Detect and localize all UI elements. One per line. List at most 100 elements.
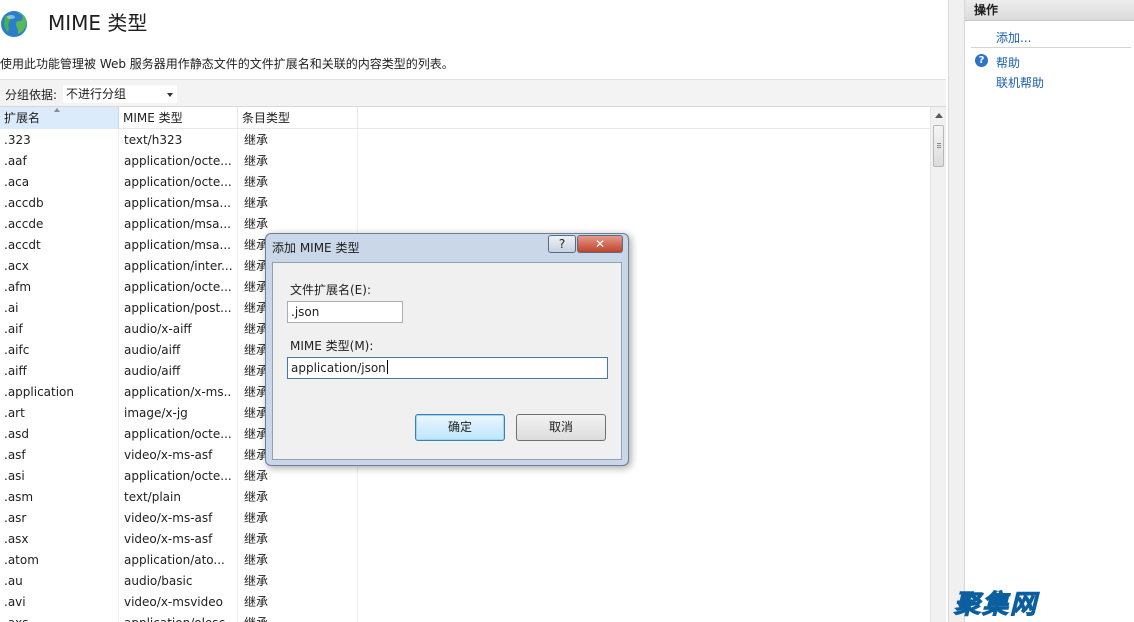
cell-extension: .aaf <box>4 154 27 168</box>
cell-mime-type: image/x-jg <box>124 406 188 420</box>
cell-mime-type: application/octe... <box>124 175 232 189</box>
extension-label: 文件扩展名(E): <box>290 283 371 297</box>
table-row[interactable]: .accdb application/msa... 继承 <box>0 193 930 214</box>
table-row[interactable]: .asm text/plain 继承 <box>0 487 930 508</box>
cell-extension: .acx <box>4 259 29 273</box>
cell-extension: .accdt <box>4 238 41 252</box>
scroll-up-arrow-icon[interactable] <box>935 113 943 118</box>
table-row[interactable]: .axsapplication/olesc... 继承 <box>0 613 930 622</box>
table-row[interactable]: .asr video/x-ms-asf 继承 <box>0 508 930 529</box>
cell-extension: .asf <box>4 448 26 462</box>
cell-mime-type: audio/aiff <box>124 343 181 357</box>
cell-mime-type: application/x-ms... <box>124 385 232 399</box>
actions-separator <box>971 47 1131 48</box>
cell-extension: .aca <box>4 175 30 189</box>
cell-extension: .asr <box>4 511 27 525</box>
cell-extension: .avi <box>4 595 26 609</box>
text-caret <box>386 360 388 374</box>
cell-extension: .aifc <box>4 343 30 357</box>
cell-entry-type: 继承 <box>244 553 269 567</box>
column-header-entry-type[interactable]: 条目类型 <box>238 107 358 129</box>
cell-entry-type: 继承 <box>244 133 269 147</box>
cell-extension: .accde <box>4 217 44 231</box>
table-row[interactable]: .accde application/msa... 继承 <box>0 214 930 235</box>
cell-mime-type: text/plain <box>124 490 181 504</box>
cell-extension: .asd <box>4 427 30 441</box>
cell-mime-type: video/x-ms-asf <box>124 448 213 462</box>
cell-entry-type: 继承 <box>244 154 269 168</box>
page-description: 使用此功能管理被 Web 服务器用作静态文件的文件扩展名和关联的内容类型的列表。 <box>0 57 454 71</box>
cell-mime-type: application/msa... <box>124 196 231 210</box>
dialog-body: 文件扩展名(E): .json MIME 类型(M): application/… <box>272 262 622 460</box>
column-header-extension[interactable]: 扩展名 <box>0 107 119 129</box>
cell-mime-type: application/olesc... <box>120 613 232 622</box>
cell-mime-type: application/octe... <box>124 469 232 483</box>
cell-extension: .aif <box>4 322 23 336</box>
table-row[interactable]: .323 text/h323 继承 <box>0 130 930 151</box>
actions-pane: 操作 添加... ? 帮助 联机帮助 <box>964 0 1134 622</box>
help-icon: ? <box>975 54 988 67</box>
cell-extension: .application <box>4 385 75 399</box>
table-row[interactable]: .aaf application/octe... 继承 <box>0 151 930 172</box>
group-by-bar: 分组依据: 不进行分组 <box>0 79 946 107</box>
table-row[interactable]: .atom application/ato... 继承 <box>0 550 930 571</box>
cell-mime-type: application/inter... <box>124 259 232 273</box>
table-row[interactable]: .avi video/x-msvideo 继承 <box>0 592 930 613</box>
column-header-mime-type[interactable]: MIME 类型 <box>119 107 238 129</box>
extension-input[interactable]: .json <box>287 301 403 323</box>
cell-entry-type: 继承 <box>244 196 269 210</box>
cell-entry-type: 继承 <box>244 511 269 525</box>
pane-splitter[interactable] <box>948 0 964 622</box>
dropdown-arrow-icon <box>167 93 173 97</box>
cell-entry-type: 继承 <box>244 532 269 546</box>
cell-extension: .axs <box>0 613 119 622</box>
cell-extension: .art <box>4 406 25 420</box>
cancel-button[interactable]: 取消 <box>516 414 606 441</box>
cell-extension: .asx <box>4 532 29 546</box>
cell-extension: .323 <box>4 133 31 147</box>
table-row[interactable]: .asi application/octe... 继承 <box>0 466 930 487</box>
cell-entry-type: 继承 <box>240 613 358 622</box>
cell-mime-type: application/octe... <box>124 154 232 168</box>
help-link[interactable]: 帮助 <box>996 54 1020 71</box>
vertical-scrollbar[interactable] <box>930 107 946 622</box>
ok-button[interactable]: 确定 <box>415 414 505 441</box>
add-mime-type-dialog: 添加 MIME 类型 ? ✕ 文件扩展名(E): .json MIME 类型(M… <box>265 233 629 466</box>
cell-mime-type: video/x-ms-asf <box>124 532 213 546</box>
cell-mime-type: video/x-ms-asf <box>124 511 213 525</box>
cell-extension: .au <box>4 574 23 588</box>
cell-entry-type: 继承 <box>244 217 269 231</box>
mime-type-label: MIME 类型(M): <box>290 339 374 353</box>
scrollbar-thumb[interactable] <box>933 125 944 167</box>
cell-entry-type: 继承 <box>244 469 269 483</box>
cell-mime-type: application/msa... <box>124 238 231 252</box>
cell-entry-type: 继承 <box>244 574 269 588</box>
dialog-title: 添加 MIME 类型 <box>272 241 360 255</box>
cell-extension: .accdb <box>4 196 44 210</box>
actions-header: 操作 <box>965 0 1134 21</box>
cell-extension: .asm <box>4 490 34 504</box>
table-row[interactable]: .asx video/x-ms-asf 继承 <box>0 529 930 550</box>
cell-mime-type: application/octe... <box>124 280 232 294</box>
mime-type-input[interactable]: application/json <box>287 357 608 379</box>
cell-mime-type: video/x-msvideo <box>124 595 223 609</box>
cell-mime-type: application/post... <box>124 301 232 315</box>
cell-extension: .ai <box>4 301 19 315</box>
cell-mime-type: audio/basic <box>124 574 193 588</box>
cell-entry-type: 继承 <box>244 490 269 504</box>
cell-mime-type: audio/aiff <box>124 364 181 378</box>
group-by-select[interactable]: 不进行分组 <box>62 84 178 104</box>
table-row[interactable]: .aca application/octe... 继承 <box>0 172 930 193</box>
dialog-close-button[interactable]: ✕ <box>577 235 623 253</box>
group-by-label: 分组依据: <box>5 88 58 102</box>
table-row[interactable]: .au audio/basic 继承 <box>0 571 930 592</box>
cell-extension: .aiff <box>4 364 27 378</box>
cell-mime-type: audio/x-aiff <box>124 322 192 336</box>
dialog-help-button[interactable]: ? <box>548 235 576 253</box>
page-title: MIME 类型 <box>48 11 148 35</box>
online-help-link[interactable]: 联机帮助 <box>996 74 1044 91</box>
add-link[interactable]: 添加... <box>996 29 1031 46</box>
cell-extension: .atom <box>4 553 39 567</box>
cell-entry-type: 继承 <box>244 595 269 609</box>
cell-extension: .afm <box>4 280 32 294</box>
